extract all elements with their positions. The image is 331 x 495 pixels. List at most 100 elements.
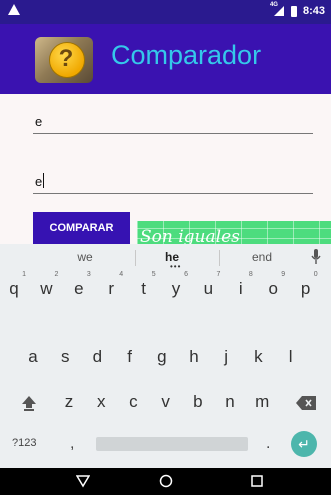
home-icon[interactable] xyxy=(159,474,173,488)
key-u[interactable]: u7 xyxy=(194,271,222,299)
suggestion-strip: we he ••• end xyxy=(0,244,331,272)
key-hint: 5 xyxy=(151,271,156,278)
key-y[interactable]: y6 xyxy=(162,271,190,299)
question-mark-icon: ? xyxy=(58,45,74,72)
key-a[interactable]: a xyxy=(19,347,47,367)
key-g[interactable]: g xyxy=(148,347,176,367)
key-label: v xyxy=(161,392,170,411)
key-label: t xyxy=(141,279,146,298)
key-label: d xyxy=(92,347,103,366)
suggestion-3[interactable]: end xyxy=(222,250,302,264)
key-label: a xyxy=(28,347,38,366)
keyboard-row-2: asdfghjkl xyxy=(0,347,331,377)
key-hint: 8 xyxy=(248,271,253,278)
key-label: o xyxy=(268,279,278,298)
more-suggestions-dots: ••• xyxy=(170,262,182,271)
app-title: Comparador xyxy=(111,40,262,70)
symbols-key[interactable]: ?123 xyxy=(12,437,36,449)
backspace-key[interactable] xyxy=(296,396,316,415)
key-t[interactable]: t5 xyxy=(130,271,158,299)
key-hint: 3 xyxy=(86,271,91,278)
key-hint: 2 xyxy=(54,271,59,278)
back-icon[interactable] xyxy=(75,474,91,488)
key-j[interactable]: j xyxy=(212,347,240,367)
keyboard-row-1: q1w2e3r4t5y6u7i8o9p0 xyxy=(0,271,331,309)
key-label: x xyxy=(96,392,106,411)
key-label: h xyxy=(189,347,199,366)
key-z[interactable]: z xyxy=(55,392,83,412)
key-label: c xyxy=(129,392,138,411)
key-m[interactable]: m xyxy=(248,392,276,412)
key-hint: 7 xyxy=(216,271,221,278)
status-bar: 4G 8:43 xyxy=(0,0,331,24)
key-label: y xyxy=(171,279,181,298)
key-label: w xyxy=(40,279,53,298)
key-i[interactable]: i8 xyxy=(227,271,255,299)
network-type: 4G xyxy=(269,2,278,8)
key-label: g xyxy=(157,347,167,366)
suggestion-divider xyxy=(219,250,220,266)
first-text-field[interactable]: e xyxy=(33,107,313,134)
key-label: k xyxy=(254,347,263,366)
comma-key[interactable]: , xyxy=(70,435,74,453)
battery-icon xyxy=(290,5,297,17)
key-hint: 0 xyxy=(313,271,318,278)
enter-key[interactable]: ↵ xyxy=(291,431,317,457)
keyboard-row-3: zxcvbnm xyxy=(0,392,331,422)
compare-button[interactable]: COMPARAR xyxy=(33,212,130,244)
key-label: q xyxy=(9,279,19,298)
key-label: e xyxy=(74,279,84,298)
key-label: u xyxy=(203,279,214,298)
key-hint: 9 xyxy=(281,271,286,278)
key-label: i xyxy=(238,279,243,298)
key-hint: 6 xyxy=(184,271,188,278)
key-o[interactable]: o9 xyxy=(259,271,287,299)
key-h[interactable]: h xyxy=(180,347,208,367)
recents-icon[interactable] xyxy=(250,474,264,488)
second-text-field[interactable]: e xyxy=(33,167,313,194)
app-icon: ? xyxy=(35,37,93,83)
key-label: n xyxy=(225,392,235,411)
key-label: f xyxy=(127,347,132,366)
second-text-wrap: e xyxy=(35,173,45,189)
key-f[interactable]: f xyxy=(116,347,144,367)
key-s[interactable]: s xyxy=(51,347,79,367)
key-q[interactable]: q1 xyxy=(0,271,28,299)
key-p[interactable]: p0 xyxy=(292,271,320,299)
microphone-icon[interactable] xyxy=(311,249,321,270)
key-w[interactable]: w2 xyxy=(32,271,60,299)
key-hint: 4 xyxy=(119,271,124,278)
key-c[interactable]: c xyxy=(119,392,147,412)
key-label: s xyxy=(60,347,70,366)
clock: 8:43 xyxy=(302,5,325,17)
key-label: r xyxy=(108,279,115,298)
key-label: l xyxy=(288,347,293,366)
key-label: b xyxy=(193,392,203,411)
key-l[interactable]: l xyxy=(277,347,305,367)
status-right: 4G 8:43 xyxy=(270,2,325,17)
key-label: j xyxy=(224,347,229,366)
suggestion-1[interactable]: we xyxy=(45,250,125,264)
signal-icon: 4G xyxy=(270,2,284,16)
key-n[interactable]: n xyxy=(216,392,244,412)
key-b[interactable]: b xyxy=(184,392,212,412)
key-label: z xyxy=(64,392,74,411)
period-key[interactable]: . xyxy=(266,435,270,453)
text-cursor xyxy=(43,173,45,188)
key-v[interactable]: v xyxy=(152,392,180,412)
key-label: m xyxy=(255,392,270,411)
key-x[interactable]: x xyxy=(87,392,115,412)
key-label: p xyxy=(300,279,311,298)
second-text-value: e xyxy=(35,174,43,189)
key-d[interactable]: d xyxy=(83,347,111,367)
key-hint: 1 xyxy=(22,271,26,278)
key-e[interactable]: e3 xyxy=(65,271,93,299)
space-key[interactable] xyxy=(96,437,248,451)
navigation-bar xyxy=(0,468,331,495)
enter-arrow-icon: ↵ xyxy=(298,436,310,452)
warning-icon xyxy=(8,4,20,15)
app-bar: ? Comparador xyxy=(0,24,331,94)
first-text-value: e xyxy=(35,114,43,129)
key-r[interactable]: r4 xyxy=(97,271,125,299)
key-k[interactable]: k xyxy=(244,347,272,367)
